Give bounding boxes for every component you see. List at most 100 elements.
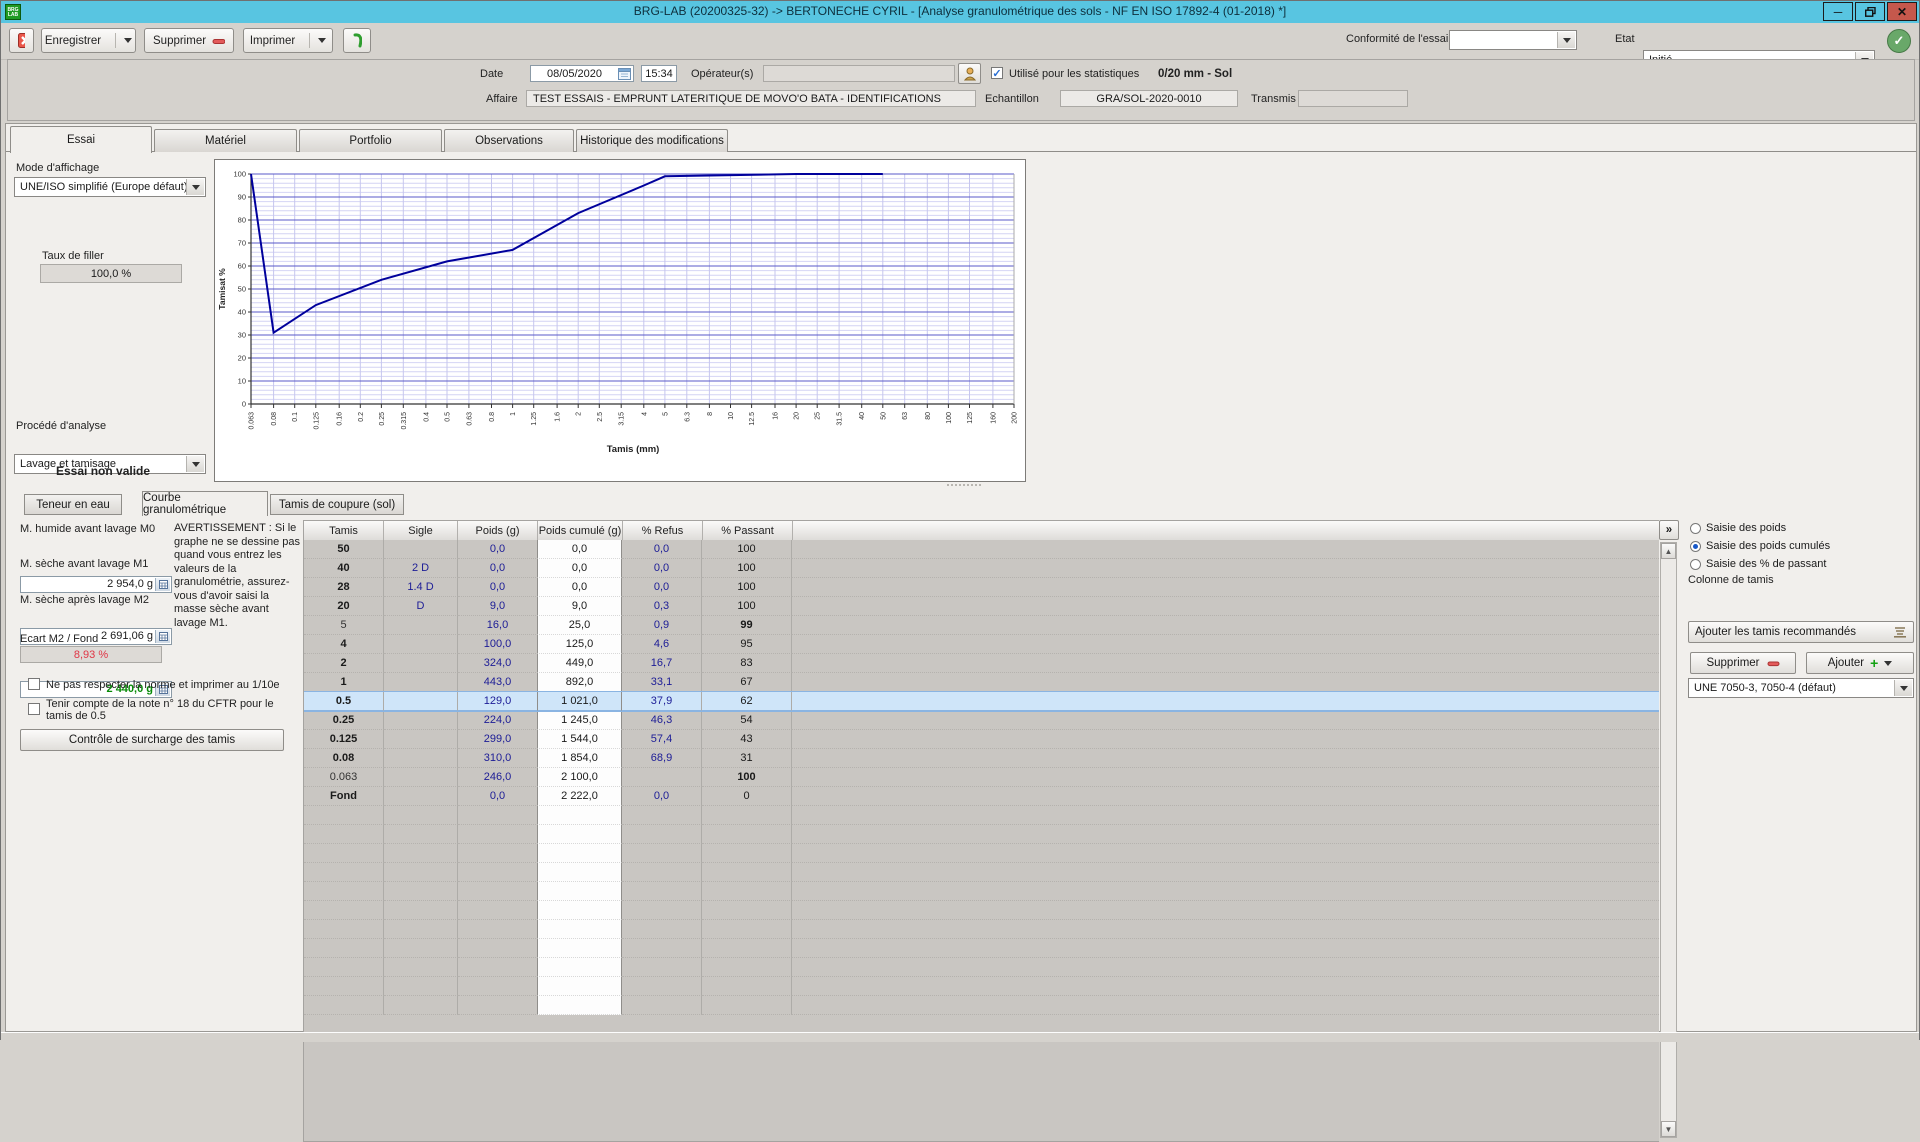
procede-dropdown-arrow[interactable] (186, 456, 204, 472)
table-cell-passant[interactable] (702, 977, 792, 996)
table-cell-cumule[interactable] (537, 939, 622, 958)
table-cell-refus[interactable]: 57,4 (622, 730, 702, 749)
table-row[interactable] (304, 958, 1659, 977)
table-cell-cumule[interactable]: 0,0 (537, 559, 622, 578)
table-cell-sigle[interactable] (384, 540, 458, 559)
print-dropdown-arrow[interactable] (318, 38, 326, 43)
table-row[interactable] (304, 863, 1659, 882)
table-row[interactable]: 20D9,09,00,3100 (304, 597, 1659, 616)
table-cell-tamis[interactable]: 40 (304, 559, 384, 578)
table-row[interactable]: Fond0,02 222,00,00 (304, 787, 1659, 806)
tab-historique[interactable]: Historique des modifications (576, 129, 728, 152)
table-cell-cumule[interactable] (537, 806, 622, 825)
m1-calc-icon[interactable] (155, 630, 170, 643)
table-cell-passant[interactable]: 100 (702, 597, 792, 616)
table-cell-cumule[interactable]: 1 854,0 (537, 749, 622, 768)
table-cell-tamis[interactable]: 28 (304, 578, 384, 597)
save-button[interactable]: Enregistrer (41, 28, 136, 53)
table-cell-cumule[interactable]: 25,0 (537, 616, 622, 635)
table-cell-tamis[interactable]: 0.25 (304, 711, 384, 730)
affaire-input[interactable]: TEST ESSAIS - EMPRUNT LATERITIQUE DE MOV… (526, 90, 976, 107)
phone-button[interactable] (343, 28, 371, 53)
table-cell-tamis[interactable]: 0.063 (304, 768, 384, 787)
stats-checkbox[interactable]: ✓ (991, 67, 1003, 79)
table-cell-tamis[interactable] (304, 920, 384, 939)
table-cell-refus[interactable] (622, 939, 702, 958)
table-row[interactable] (304, 882, 1659, 901)
table-cell-cumule[interactable] (537, 920, 622, 939)
table-cell-cumule[interactable] (537, 901, 622, 920)
restore-button[interactable] (1855, 2, 1885, 21)
table-row[interactable] (304, 901, 1659, 920)
table-cell-sigle[interactable] (384, 787, 458, 806)
table-cell-refus[interactable] (622, 768, 702, 787)
table-cell-passant[interactable]: 0 (702, 787, 792, 806)
table-row[interactable]: 0.5129,01 021,037,962 (304, 692, 1659, 711)
table-cell-poids[interactable] (458, 901, 538, 920)
table-cell-poids[interactable]: 129,0 (458, 692, 538, 711)
table-cell-sigle[interactable] (384, 882, 458, 901)
table-cell-poids[interactable] (458, 863, 538, 882)
table-cell-sigle[interactable] (384, 635, 458, 654)
colonne-tamis-select[interactable]: UNE 7050-3, 7050-4 (défaut) (1688, 678, 1914, 698)
conformite-dropdown-arrow[interactable] (1557, 32, 1575, 48)
table-cell-poids[interactable] (458, 825, 538, 844)
table-cell-refus[interactable]: 0,0 (622, 578, 702, 597)
delete-button[interactable]: Supprimer (144, 28, 234, 53)
table-cell-poids[interactable] (458, 996, 538, 1015)
table-row[interactable] (304, 939, 1659, 958)
table-cell-passant[interactable] (702, 920, 792, 939)
table-cell-passant[interactable]: 62 (702, 692, 792, 711)
table-row[interactable]: 0.25224,01 245,046,354 (304, 711, 1659, 730)
column-header[interactable]: % Refus (623, 521, 703, 541)
table-row[interactable] (304, 844, 1659, 863)
calendar-icon[interactable] (618, 67, 631, 80)
table-cell-tamis[interactable] (304, 996, 384, 1015)
table-cell-cumule[interactable]: 2 100,0 (537, 768, 622, 787)
column-header[interactable]: Poids cumulé (g) (538, 521, 623, 541)
table-cell-passant[interactable]: 95 (702, 635, 792, 654)
table-cell-refus[interactable]: 16,7 (622, 654, 702, 673)
radio-saisie-passant[interactable]: Saisie des % de passant (1690, 558, 1826, 570)
column-header[interactable]: Tamis (304, 521, 384, 541)
ajouter-tamis-button[interactable]: Ajouter les tamis recommandés (1688, 621, 1914, 643)
table-cell-sigle[interactable] (384, 768, 458, 787)
subtab-teneur-eau[interactable]: Teneur en eau (24, 494, 122, 515)
column-header[interactable]: Sigle (384, 521, 458, 541)
table-cell-sigle[interactable] (384, 673, 458, 692)
table-cell-tamis[interactable] (304, 958, 384, 977)
column-header[interactable]: Poids (g) (458, 521, 538, 541)
ajouter-tamis-row-button[interactable]: Ajouter + (1806, 652, 1914, 674)
table-cell-passant[interactable]: 31 (702, 749, 792, 768)
table-cell-refus[interactable]: 4,6 (622, 635, 702, 654)
table-cell-poids[interactable]: 9,0 (458, 597, 538, 616)
table-cell-sigle[interactable] (384, 654, 458, 673)
table-cell-poids[interactable]: 246,0 (458, 768, 538, 787)
table-cell-sigle[interactable] (384, 958, 458, 977)
table-row[interactable]: 516,025,00,999 (304, 616, 1659, 635)
table-cell-poids[interactable]: 299,0 (458, 730, 538, 749)
table-row[interactable]: 402 D0,00,00,0100 (304, 559, 1659, 578)
table-cell-poids[interactable] (458, 882, 538, 901)
mode-affichage-dropdown-arrow[interactable] (186, 179, 204, 195)
echantillon-input[interactable]: GRA/SOL-2020-0010 (1060, 90, 1238, 107)
table-cell-cumule[interactable]: 892,0 (537, 673, 622, 692)
table-row[interactable] (304, 996, 1659, 1015)
tab-materiel[interactable]: Matériel (154, 129, 297, 152)
table-cell-poids[interactable]: 224,0 (458, 711, 538, 730)
table-cell-tamis[interactable]: 0.08 (304, 749, 384, 768)
ajouter-dropdown-arrow[interactable] (1884, 661, 1892, 666)
table-cell-passant[interactable]: 100 (702, 559, 792, 578)
save-dropdown-arrow[interactable] (124, 38, 132, 43)
table-cell-passant[interactable]: 67 (702, 673, 792, 692)
tab-portfolio[interactable]: Portfolio (299, 129, 442, 152)
table-cell-sigle[interactable] (384, 977, 458, 996)
table-cell-refus[interactable]: 37,9 (622, 692, 702, 711)
colonne-tamis-dropdown-arrow[interactable] (1894, 680, 1912, 696)
table-cell-tamis[interactable]: 50 (304, 540, 384, 559)
table-cell-tamis[interactable] (304, 882, 384, 901)
table-row[interactable]: 4100,0125,04,695 (304, 635, 1659, 654)
table-cell-refus[interactable]: 0,0 (622, 787, 702, 806)
table-cell-tamis[interactable]: 0.125 (304, 730, 384, 749)
table-cell-sigle[interactable]: D (384, 597, 458, 616)
